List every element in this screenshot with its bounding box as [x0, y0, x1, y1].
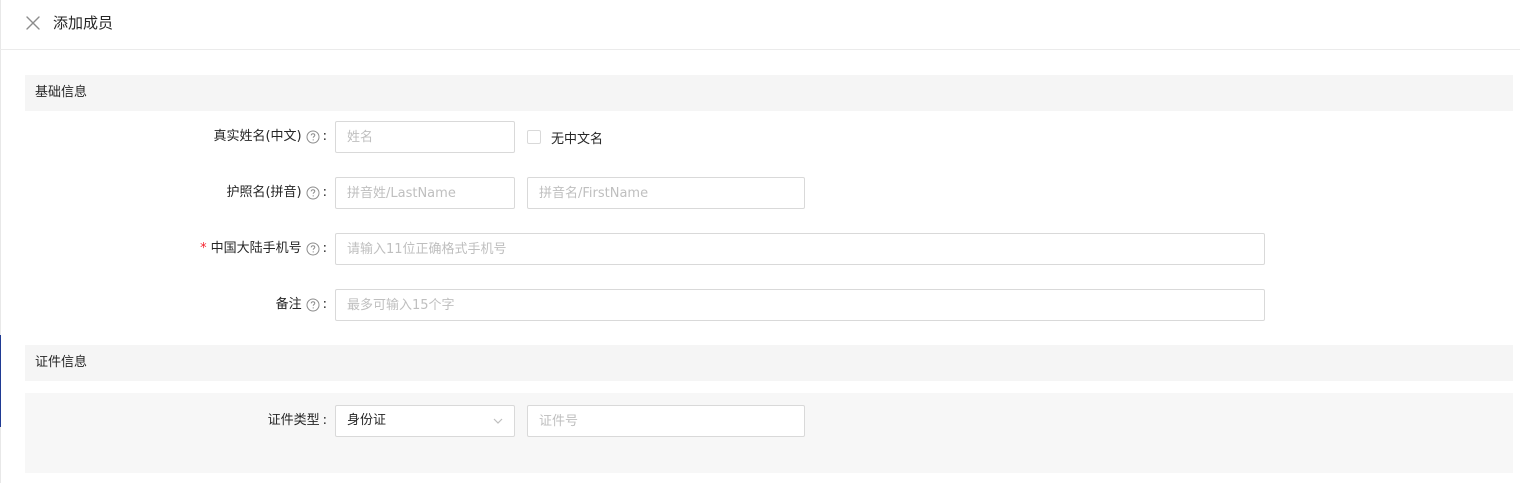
checkbox-box[interactable] — [527, 130, 541, 144]
no-chinese-name-label: 无中文名 — [551, 131, 604, 147]
id-type-select[interactable]: 身份证 — [335, 405, 515, 437]
help-icon[interactable] — [306, 242, 320, 256]
left-edge-accent — [0, 335, 1, 427]
drawer-header: 添加成员 — [0, 0, 1520, 50]
colon: : — [322, 297, 327, 312]
passport-name-label-text: 护照名(拼音) — [226, 185, 302, 200]
id-type-selected-value: 身份证 — [347, 413, 387, 428]
help-icon[interactable] — [306, 298, 320, 312]
passport-name-label: 护照名(拼音) : — [226, 177, 327, 209]
colon: : — [322, 241, 327, 256]
real-name-label-text: 真实姓名(中文) — [213, 129, 302, 144]
id-number-input[interactable] — [527, 405, 805, 437]
help-icon[interactable] — [306, 130, 320, 144]
phone-label: * 中国大陆手机号 : — [200, 233, 327, 265]
section-id-info-title: 证件信息 — [35, 355, 88, 370]
real-name-label: 真实姓名(中文) : — [213, 121, 327, 153]
chevron-down-icon — [493, 418, 503, 424]
section-basic-info-header: 基础信息 — [25, 75, 1513, 111]
colon: : — [322, 185, 327, 200]
id-type-label-text: 证件类型 — [267, 413, 320, 428]
remark-input[interactable] — [335, 289, 1265, 321]
phone-input[interactable] — [335, 233, 1265, 265]
colon: : — [322, 129, 327, 144]
required-mark: * — [200, 241, 207, 256]
drawer-title: 添加成员 — [53, 14, 114, 32]
close-icon[interactable] — [26, 16, 40, 30]
close-button[interactable] — [24, 14, 42, 32]
real-name-input[interactable] — [335, 121, 515, 153]
help-icon[interactable] — [306, 186, 320, 200]
id-type-label: 证件类型 : — [268, 405, 327, 437]
section-basic-info-title: 基础信息 — [35, 85, 88, 100]
last-name-input[interactable] — [335, 177, 515, 209]
phone-label-text: 中国大陆手机号 — [210, 241, 302, 256]
colon: : — [322, 413, 327, 428]
no-chinese-name-checkbox[interactable]: 无中文名 — [527, 129, 604, 147]
section-id-info-header: 证件信息 — [25, 345, 1513, 381]
first-name-input[interactable] — [527, 177, 805, 209]
remark-label: 备注 : — [276, 289, 327, 321]
remark-label-text: 备注 — [275, 297, 302, 312]
